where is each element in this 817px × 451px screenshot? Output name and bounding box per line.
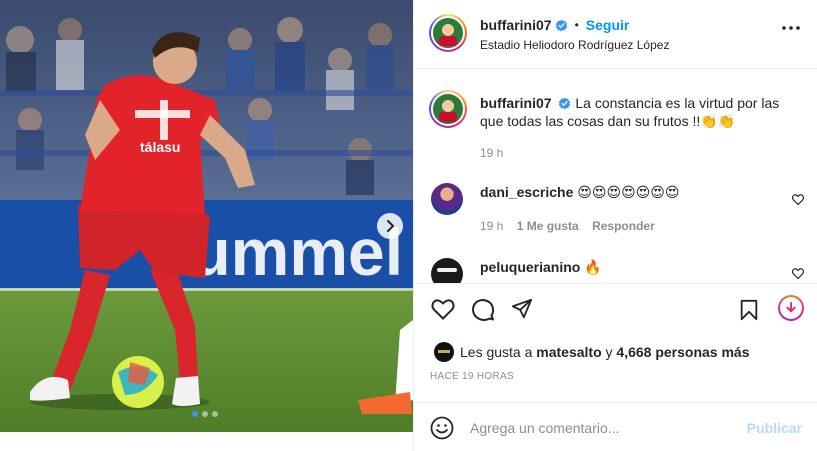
likes-connector: y: [605, 344, 613, 360]
emoji-icon[interactable]: [430, 416, 454, 440]
chevron-right-icon: [387, 220, 394, 232]
comment-time: 19 h: [480, 219, 504, 233]
avatar[interactable]: [429, 14, 467, 52]
comment-likes-count[interactable]: 1 Me gusta: [517, 219, 579, 233]
verified-badge-icon: [559, 97, 571, 110]
comment-username[interactable]: dani_escriche: [480, 184, 573, 200]
photo-footer-space: [0, 432, 413, 451]
post-timestamp: HACE 19 HORAS: [430, 371, 514, 382]
caption: buffarini07 La constancia es la virtud p…: [480, 94, 798, 130]
comment-username[interactable]: peluquerianino: [480, 259, 580, 275]
carousel-dot: [212, 411, 218, 417]
location-link[interactable]: Estadio Heliodoro Rodríguez López: [480, 38, 669, 52]
publish-button[interactable]: Publicar: [747, 420, 802, 436]
download-button[interactable]: [778, 295, 804, 321]
caption-username[interactable]: buffarini07: [480, 95, 552, 111]
caption-time: 19 h: [480, 146, 504, 160]
post-actions: Les gusta a matesalto y 4,668 personas m…: [414, 283, 817, 451]
comment-like-heart-icon[interactable]: [792, 268, 804, 279]
commenter-avatar[interactable]: [431, 183, 463, 215]
liker-avatar[interactable]: [434, 342, 454, 362]
likes-others-count[interactable]: 4,668 personas más: [616, 344, 749, 360]
comment-item: peluquerianino 🔥: [480, 259, 602, 276]
comments-section[interactable]: buffarini07 La constancia es la virtud p…: [414, 70, 817, 283]
carousel-dot: [192, 411, 198, 417]
football-player-photo: hummel tálasu: [0, 0, 413, 432]
bookmark-icon[interactable]: [739, 299, 759, 321]
post-photo[interactable]: hummel tálasu: [0, 0, 413, 432]
more-options-icon[interactable]: [782, 26, 800, 30]
liker-username[interactable]: matesalto: [536, 344, 601, 360]
next-image-button[interactable]: [377, 213, 403, 239]
reply-button[interactable]: Responder: [592, 219, 655, 233]
comment-like-heart-icon[interactable]: [792, 194, 804, 205]
caption-avatar[interactable]: [429, 90, 467, 128]
comment-icon[interactable]: [471, 298, 495, 322]
post-header: buffarini07 • Seguir Estadio Heliodoro R…: [414, 0, 817, 69]
comment-text: 🔥: [584, 259, 602, 275]
share-icon[interactable]: [511, 298, 533, 320]
commenter-avatar[interactable]: [431, 258, 463, 283]
carousel-dot: [202, 411, 208, 417]
heart-icon[interactable]: [431, 298, 455, 320]
comment-input[interactable]: [470, 417, 730, 439]
comment-meta: 19 h 1 Me gusta Responder: [480, 219, 655, 233]
comment-item: dani_escriche 😍😍😍😍😍😍😍: [480, 184, 679, 201]
likes-prefix: Les gusta a: [460, 344, 533, 360]
separator-dot: •: [574, 18, 579, 32]
shirt-sponsor: tálasu: [140, 139, 180, 155]
post-author-username[interactable]: buffarini07: [480, 17, 552, 33]
follow-button[interactable]: Seguir: [586, 17, 630, 33]
download-icon: [786, 301, 796, 312]
comment-text: 😍😍😍😍😍😍😍: [577, 184, 680, 200]
add-comment-form: Publicar: [414, 402, 817, 451]
post-details-panel: buffarini07 • Seguir Estadio Heliodoro R…: [413, 0, 817, 451]
carousel-indicator: [192, 411, 218, 417]
likes-summary: Les gusta a matesalto y 4,668 personas m…: [434, 342, 750, 362]
verified-badge-icon: [555, 19, 567, 31]
